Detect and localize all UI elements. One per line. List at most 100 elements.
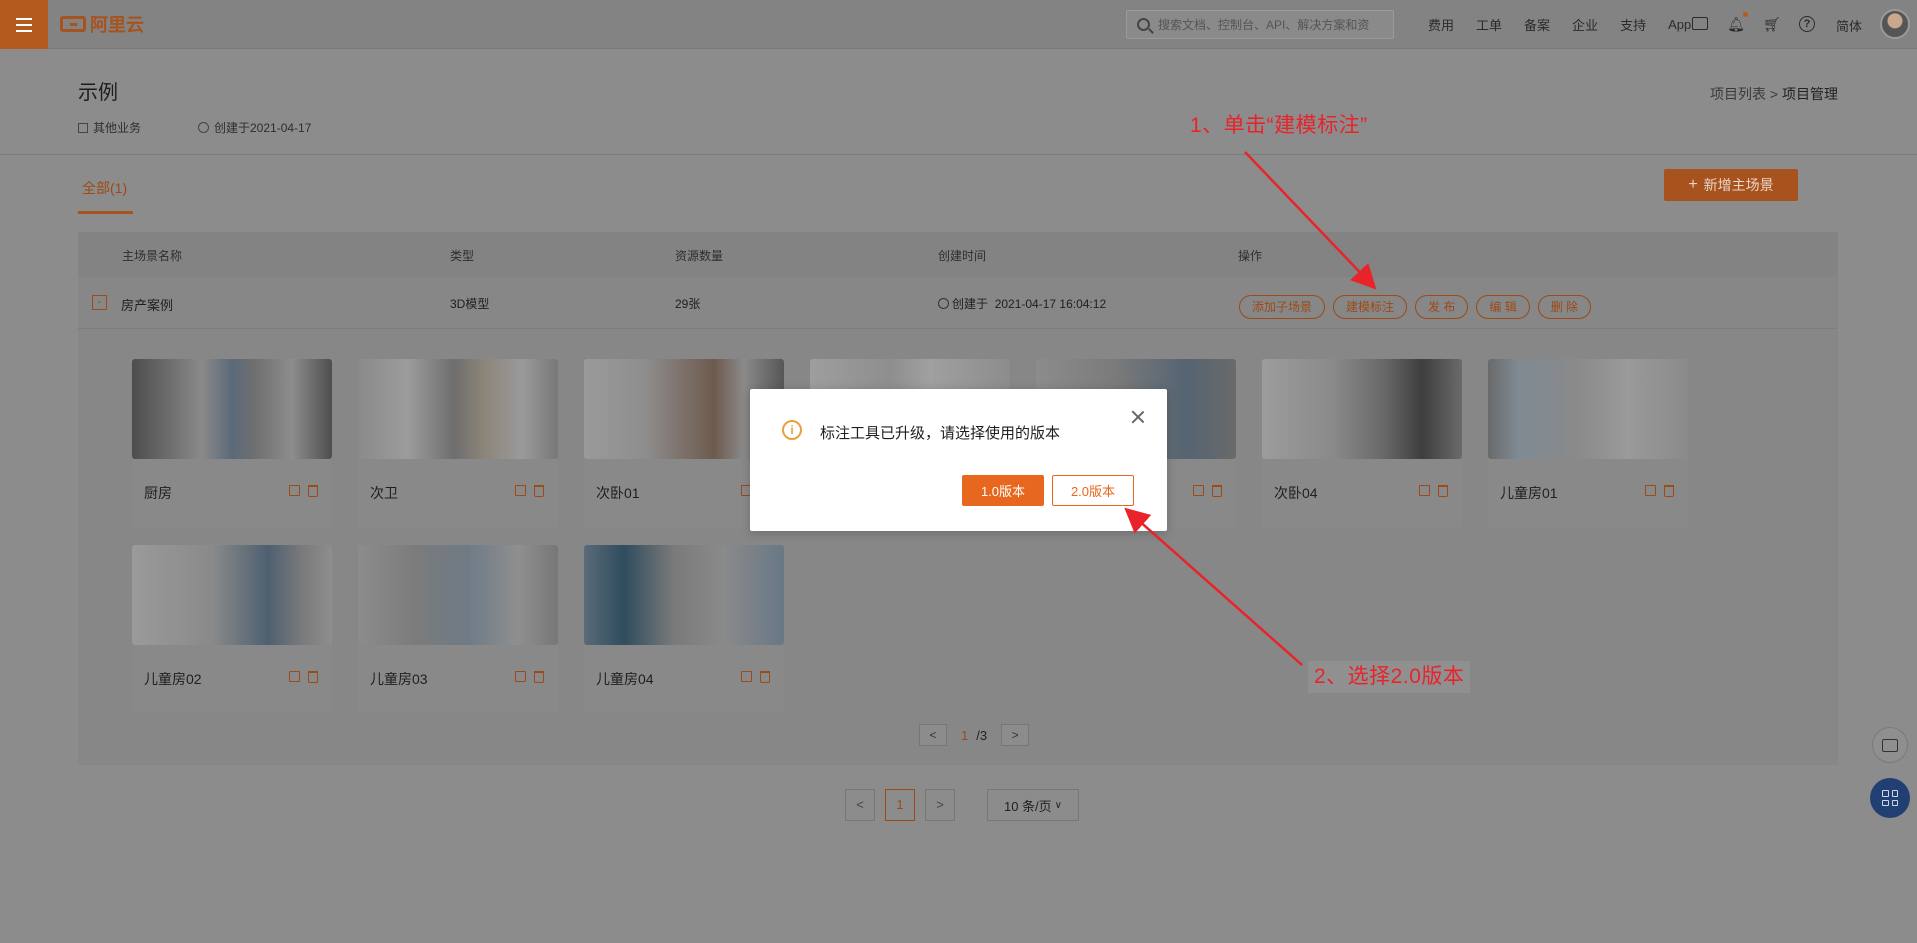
nav-link-enterprise[interactable]: 企业	[1572, 15, 1598, 34]
edit-icon[interactable]	[741, 671, 752, 682]
scene-card-name: 儿童房04	[596, 671, 654, 687]
col-actions: 操作	[1238, 249, 1263, 263]
business-meta: 其他业务	[78, 119, 141, 136]
col-count: 资源数量	[675, 249, 724, 263]
scene-card-name: 次卧04	[1274, 485, 1318, 501]
nav-link-app[interactable]: App	[1668, 17, 1691, 32]
scene-card[interactable]: 儿童房01	[1488, 359, 1688, 527]
avatar[interactable]	[1880, 9, 1910, 39]
version-2-button[interactable]: 2.0版本	[1052, 475, 1134, 506]
tabs-bar: 全部(1) + 新增主场景	[0, 156, 1917, 215]
scene-count: 29张	[675, 297, 701, 311]
nav-link-fee[interactable]: 费用	[1428, 15, 1454, 34]
scene-thumbnail[interactable]	[1488, 359, 1688, 459]
model-annotation-button[interactable]: 建模标注	[1333, 295, 1408, 319]
version-select-dialog: i 标注工具已升级，请选择使用的版本 1.0版本 2.0版本	[750, 389, 1167, 531]
page-size-select[interactable]: 10 条/页 ∨	[987, 789, 1079, 821]
scene-card[interactable]: 儿童房04	[584, 545, 784, 713]
trash-icon[interactable]	[1438, 485, 1448, 497]
nav-link-ticket[interactable]: 工单	[1476, 15, 1502, 34]
col-created: 创建时间	[938, 249, 987, 263]
scene-thumbnail[interactable]	[132, 359, 332, 459]
breadcrumb-parent[interactable]: 项目列表	[1710, 86, 1766, 102]
chat-button[interactable]	[1872, 727, 1908, 763]
scene-thumbnail[interactable]	[358, 545, 558, 645]
trash-icon[interactable]	[1664, 485, 1674, 497]
scene-card[interactable]: 次卧04	[1262, 359, 1462, 527]
scene-card[interactable]: 儿童房03	[358, 545, 558, 713]
scene-thumbnail[interactable]	[132, 545, 332, 645]
sub-pager-total: /3	[976, 727, 988, 743]
search-input[interactable]: 搜索文档、控制台、API、解决方案和资	[1126, 10, 1394, 39]
brand-logo[interactable]: 阿里云	[60, 12, 144, 36]
sub-scene-pager: < 1 /3 >	[919, 724, 1030, 746]
search-placeholder: 搜索文档、控制台、API、解决方案和资	[1158, 18, 1370, 32]
image-icon[interactable]	[1692, 17, 1708, 30]
language-switch[interactable]: 简体	[1836, 16, 1862, 35]
col-name: 主场景名称	[122, 249, 183, 263]
scene-card-name: 次卫	[370, 485, 398, 501]
edit-icon[interactable]	[1645, 485, 1656, 496]
apps-button[interactable]	[1870, 778, 1910, 818]
trash-icon[interactable]	[534, 485, 544, 497]
clock-icon	[198, 122, 209, 133]
trash-icon[interactable]	[308, 671, 318, 683]
nav-link-icp[interactable]: 备案	[1524, 15, 1550, 34]
page-title: 示例	[78, 82, 118, 104]
add-sub-scene-button[interactable]: 添加子场景	[1239, 295, 1326, 319]
annotation-step-1: 1、单击“建模标注”	[1190, 114, 1368, 137]
scene-thumbnail[interactable]	[584, 545, 784, 645]
help-icon[interactable]: ?	[1799, 16, 1815, 32]
info-icon: i	[782, 420, 802, 440]
aliyun-logo-icon	[60, 16, 86, 32]
scene-card[interactable]: 儿童房02	[132, 545, 332, 713]
bell-icon[interactable]: 🔔︎	[1727, 15, 1745, 33]
trash-icon[interactable]	[534, 671, 544, 683]
collapse-toggle[interactable]: -	[92, 295, 107, 310]
nav-link-support[interactable]: 支持	[1620, 15, 1646, 34]
add-main-scene-button[interactable]: + 新增主场景	[1664, 169, 1798, 201]
scene-card[interactable]: 次卫	[358, 359, 558, 527]
edit-icon[interactable]	[515, 671, 526, 682]
edit-icon[interactable]	[1193, 485, 1204, 496]
search-icon	[1137, 18, 1150, 31]
scene-card-name: 厨房	[144, 485, 172, 501]
tab-active-indicator	[78, 211, 133, 214]
building-icon	[78, 122, 88, 133]
pager-page-1[interactable]: 1	[885, 789, 915, 821]
cart-icon[interactable]: 🛒︎	[1763, 15, 1781, 33]
version-1-button[interactable]: 1.0版本	[962, 475, 1044, 506]
nav-links: 费用 工单 备案 企业 支持 App	[1428, 0, 1713, 49]
edit-button[interactable]: 编 辑	[1476, 295, 1530, 319]
edit-icon[interactable]	[515, 485, 526, 496]
edit-icon[interactable]	[1419, 485, 1430, 496]
sub-pager-prev-button[interactable]: <	[919, 724, 947, 746]
sub-pager-next-button[interactable]: >	[1001, 724, 1030, 746]
trash-icon[interactable]	[1212, 485, 1222, 497]
scene-thumbnail[interactable]	[358, 359, 558, 459]
scene-thumbnail[interactable]	[1262, 359, 1462, 459]
breadcrumb: 项目列表 > 项目管理	[1710, 84, 1838, 104]
notification-dot	[1743, 12, 1748, 17]
publish-button[interactable]: 发 布	[1415, 295, 1469, 319]
breadcrumb-current: 项目管理	[1782, 86, 1838, 102]
pager-prev-button[interactable]: <	[845, 789, 875, 821]
pager-next-button[interactable]: >	[925, 789, 955, 821]
trash-icon[interactable]	[760, 671, 770, 683]
delete-button[interactable]: 删 除	[1537, 295, 1592, 319]
chevron-down-icon: ∨	[1054, 799, 1062, 811]
edit-icon[interactable]	[289, 671, 300, 682]
created-meta: 创建于2021-04-17	[198, 119, 311, 136]
add-main-scene-label: 新增主场景	[1703, 177, 1774, 193]
menu-icon[interactable]	[0, 0, 48, 49]
annotation-step-2: 2、选择2.0版本	[1308, 661, 1471, 693]
scene-type: 3D模型	[450, 297, 490, 311]
tab-all[interactable]: 全部(1)	[82, 178, 127, 198]
page-header: 示例 其他业务 创建于2021-04-17 项目列表 > 项目管理	[0, 50, 1917, 155]
edit-icon[interactable]	[289, 485, 300, 496]
trash-icon[interactable]	[308, 485, 318, 497]
table-row: - 房产案例 3D模型 29张 创建于 2021-04-17 16:04:12 …	[78, 277, 1838, 329]
chat-icon	[1882, 738, 1898, 752]
scene-card[interactable]: 厨房	[132, 359, 332, 527]
close-icon[interactable]	[1130, 409, 1146, 425]
